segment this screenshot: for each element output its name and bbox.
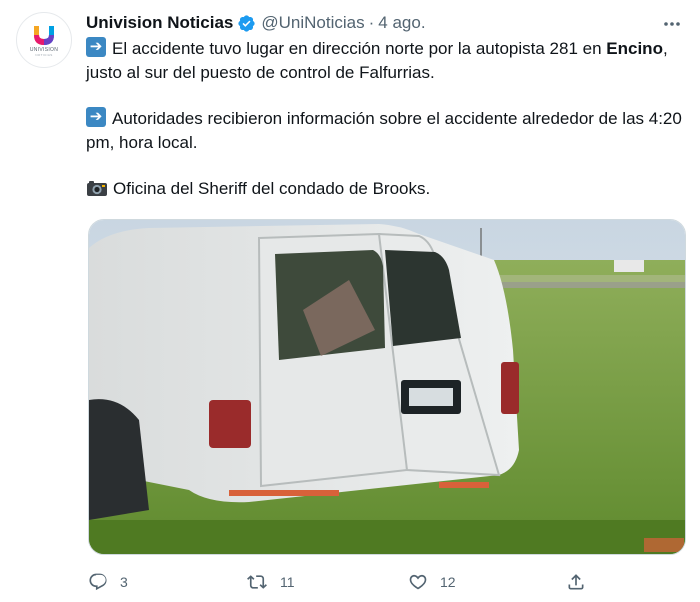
reply-count: 3 [120,574,128,590]
verified-badge-icon [237,14,256,33]
right-arrow-emoji-icon [86,107,106,127]
retweet-button[interactable]: 11 [246,570,295,594]
reply-button[interactable]: 3 [88,570,128,594]
like-count: 12 [440,574,456,590]
univision-logo-icon [34,25,54,45]
tweet-p1-a: El accidente tuvo lugar en dirección nor… [112,39,602,58]
tweet-actions: 3 11 12 [88,570,598,594]
more-options-icon[interactable] [660,14,684,34]
tweet-paragraph-1: El accidente tuvo lugar en dirección nor… [86,37,690,85]
share-button[interactable] [566,570,586,594]
tweet-photo[interactable] [88,219,686,555]
avatar-sub-text: NOTICIAS [35,52,53,57]
reply-icon [89,573,107,591]
handle[interactable]: @UniNoticias [261,13,364,33]
tweet-p2: Autoridades recibieron información sobre… [86,109,682,152]
tweet-text: El accidente tuvo lugar en dirección nor… [86,37,690,201]
tweet-paragraph-2: Autoridades recibieron información sobre… [86,107,690,155]
tweet-p1-bold: Encino [606,39,663,58]
retweet-icon [247,575,267,589]
right-arrow-emoji-icon [86,37,106,57]
heart-icon [409,574,427,590]
retweet-count: 11 [280,574,295,590]
like-button[interactable]: 12 [408,570,456,594]
tweet-paragraph-3: Oficina del Sheriff del condado de Brook… [86,177,690,201]
separator-dot: · [368,13,375,32]
camera-emoji-icon [86,179,108,197]
tweet-p3: Oficina del Sheriff del condado de Brook… [113,179,431,198]
tweet-header: Univision Noticias @UniNoticias · 4 ago. [86,12,426,34]
display-name[interactable]: Univision Noticias [86,13,233,33]
avatar[interactable]: UNIVISION NOTICIAS [16,12,72,68]
tweet-date[interactable]: 4 ago. [378,13,425,33]
share-icon [568,574,584,590]
